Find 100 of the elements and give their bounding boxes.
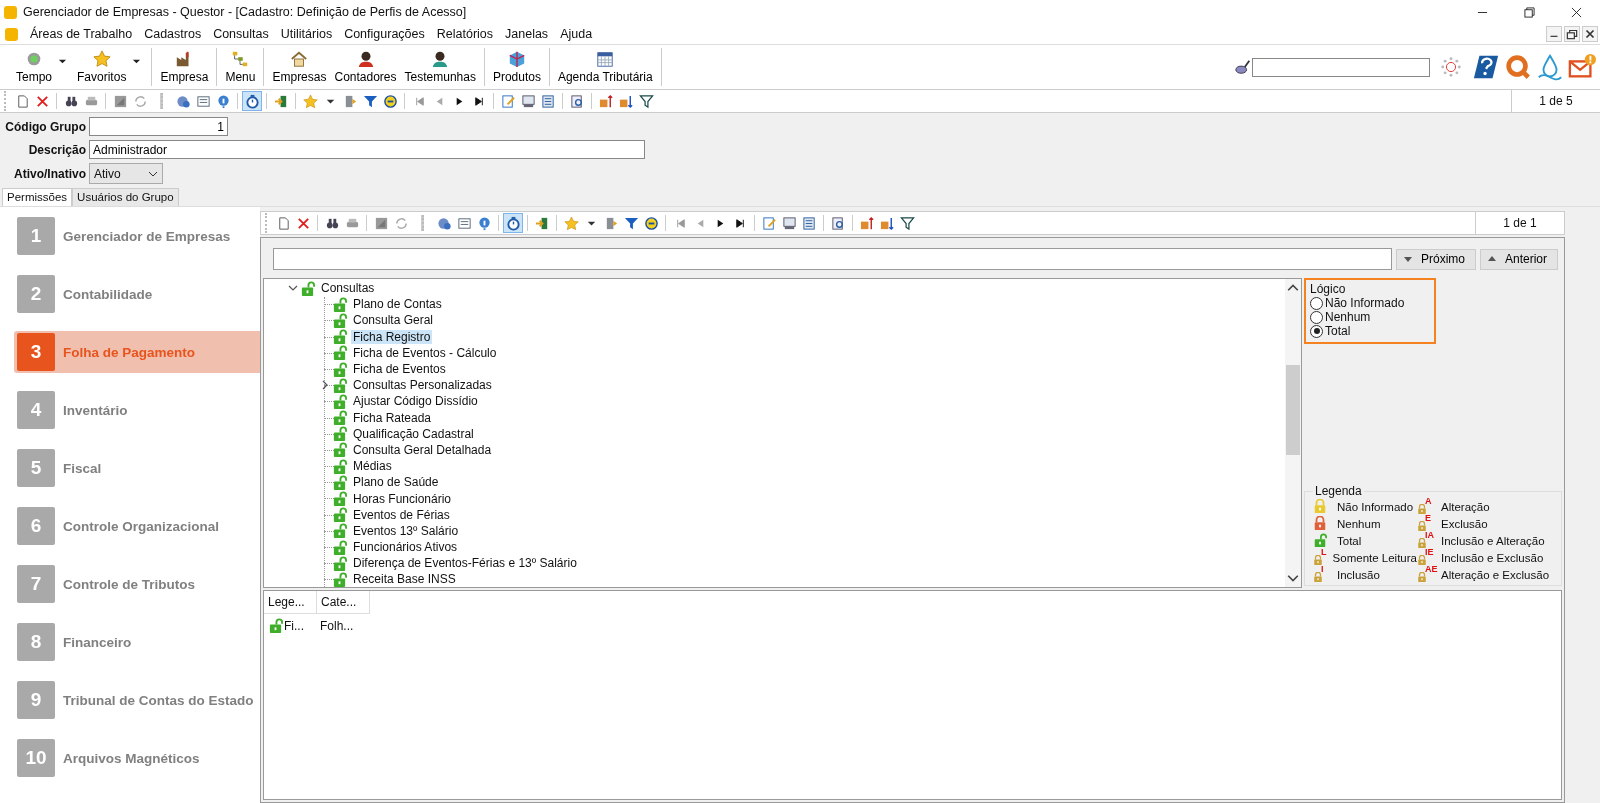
help-icon[interactable] <box>1472 53 1500 81</box>
legend-label: Total <box>1337 534 1362 547</box>
module-item[interactable]: 2 Contabilidade <box>14 273 260 315</box>
column-header[interactable]: Lege... <box>264 591 317 614</box>
stopwatch-button[interactable] <box>503 213 523 233</box>
unlocked-padlock-icon <box>332 458 347 474</box>
module-item[interactable]: 7 Controle de Tributos <box>14 563 260 605</box>
collapsed-chevron-icon[interactable] <box>320 380 330 391</box>
tree-item[interactable]: Médias <box>351 459 394 474</box>
tab[interactable]: Usuários do Grupo <box>72 188 179 206</box>
toolbar-button[interactable]: Empresa <box>156 50 213 84</box>
save-icon <box>112 93 128 109</box>
module-label: Controle de Tributos <box>63 576 195 592</box>
refresh-icon <box>132 93 148 109</box>
module-item[interactable]: 1 Gerenciador de Empresas <box>14 215 260 257</box>
restore-icon[interactable] <box>1524 6 1535 18</box>
tree-item[interactable]: Receita Base INSS <box>351 572 458 587</box>
toolbar-button[interactable]: Empresas <box>268 50 331 84</box>
tree-item[interactable]: Ficha de Eventos <box>351 362 448 377</box>
tree-item[interactable]: Qualificação Cadastral <box>351 426 476 441</box>
close-icon[interactable] <box>1571 6 1582 18</box>
radio-label[interactable]: Não Informado <box>1325 296 1405 310</box>
module-item[interactable]: 3 Folha de Pagamento <box>14 331 260 373</box>
sun-icon[interactable] <box>1440 56 1462 78</box>
menu-item[interactable]: Relatórios <box>430 27 500 41</box>
menu-item[interactable]: Utilitários <box>274 27 339 41</box>
info-icon <box>476 215 492 231</box>
star-button[interactable] <box>561 213 581 233</box>
tree-item[interactable]: Diferença de Eventos-Férias e 13º Salário <box>351 556 579 571</box>
module-item[interactable]: 9 Tribunal de Contas do Estado <box>14 679 260 721</box>
unlocked-padlock-icon <box>332 345 347 361</box>
unlocked-padlock-icon <box>332 296 347 312</box>
minimize-icon[interactable] <box>1546 26 1562 42</box>
star-button[interactable] <box>300 91 320 111</box>
magnifier-icon[interactable] <box>1504 53 1532 81</box>
legend-label: Inclusão e Alteração <box>1441 534 1545 547</box>
tree-item[interactable]: Consultas <box>319 281 377 296</box>
status-dropdown[interactable]: Ativo <box>89 163 163 184</box>
code-field[interactable]: 1 <box>89 117 228 136</box>
module-label: Inventário <box>63 402 128 418</box>
unlocked-padlock-icon <box>332 361 347 377</box>
tree-item[interactable]: Ajustar Código Dissídio <box>351 394 480 409</box>
permission-letter: A <box>1425 496 1432 506</box>
tree-item[interactable]: Consulta Geral <box>351 313 436 328</box>
water-drop-icon[interactable] <box>1536 53 1564 81</box>
module-item[interactable]: 5 Fiscal <box>14 447 260 489</box>
description-field[interactable]: Administrador <box>89 140 645 159</box>
toolbar-button[interactable]: Tempo <box>12 50 57 84</box>
radio-button[interactable] <box>1310 324 1323 338</box>
menu-item[interactable]: Áreas de Trabalho <box>24 27 139 41</box>
menu-item[interactable]: Janelas <box>499 27 555 41</box>
star-icon <box>302 93 318 109</box>
scrollbar[interactable] <box>1285 279 1301 587</box>
person-icon <box>431 50 450 68</box>
menu-item[interactable]: Consultas <box>207 27 275 41</box>
tree-item[interactable]: Ficha de Eventos - Cálculo <box>351 345 499 360</box>
toolbar-button[interactable]: Menu <box>221 50 260 84</box>
menu-item[interactable]: Configurações <box>338 27 431 41</box>
module-item[interactable]: 10 Arquivos Magnéticos <box>14 737 260 779</box>
radio-button[interactable] <box>1310 310 1323 324</box>
menu-item[interactable]: Ajuda <box>554 27 599 41</box>
tree-item[interactable]: Plano de Saúde <box>351 475 441 490</box>
previous-button[interactable]: Anterior <box>1479 248 1558 270</box>
tab[interactable]: Permissões <box>2 188 73 206</box>
record-counter: 1 de 5 <box>1511 90 1600 112</box>
tree-item[interactable]: Eventos 13º Salário <box>351 523 461 538</box>
restore-icon[interactable] <box>1564 26 1580 42</box>
tree-item[interactable]: Consulta Geral Detalhada <box>351 442 494 457</box>
tree-item[interactable]: Ficha Rateada <box>351 410 434 425</box>
tree-item[interactable]: Plano de Contas <box>351 297 444 312</box>
toolbar-button[interactable]: Agenda Tributária <box>553 50 657 84</box>
toolbar-button[interactable]: Favoritos <box>73 50 131 84</box>
form-icon <box>195 93 211 109</box>
stopwatch-button[interactable] <box>242 91 262 111</box>
module-item[interactable]: 8 Financeiro <box>14 621 260 663</box>
module-item[interactable]: 4 Inventário <box>14 389 260 431</box>
mail-alert-icon[interactable] <box>1568 53 1596 81</box>
module-label: Arquivos Magnéticos <box>63 750 200 766</box>
edit-document-icon <box>500 93 516 109</box>
tree-item[interactable]: Horas Funcionário <box>351 491 454 506</box>
toolbar-button[interactable]: Produtos <box>488 50 545 84</box>
column-header[interactable]: Cate... <box>317 591 370 614</box>
radio-button[interactable] <box>1310 296 1323 310</box>
tree-item[interactable]: Funcionários Ativos <box>351 540 460 555</box>
toolbar-button[interactable]: Contadores <box>330 50 401 84</box>
radio-label[interactable]: Total <box>1325 324 1351 338</box>
tree-item[interactable]: Ficha Registro <box>351 329 433 344</box>
tree-item[interactable]: Consultas Personalizadas <box>351 378 494 393</box>
module-item[interactable]: 6 Controle Organizacional <box>14 505 260 547</box>
find-field[interactable] <box>273 248 1392 270</box>
toolbar-button[interactable]: Testemunhas <box>400 50 480 84</box>
report-list-icon <box>540 93 556 109</box>
small-padlock-icon <box>1417 521 1427 531</box>
tree-item[interactable]: Eventos de Férias <box>351 507 452 522</box>
padlock-icon <box>1313 533 1327 547</box>
search-field[interactable] <box>1252 57 1430 77</box>
next-button[interactable]: Próximo <box>1395 248 1476 270</box>
module-number: 8 <box>17 623 55 661</box>
radio-label[interactable]: Nenhum <box>1325 310 1371 324</box>
menu-item[interactable]: Cadastros <box>138 27 208 41</box>
